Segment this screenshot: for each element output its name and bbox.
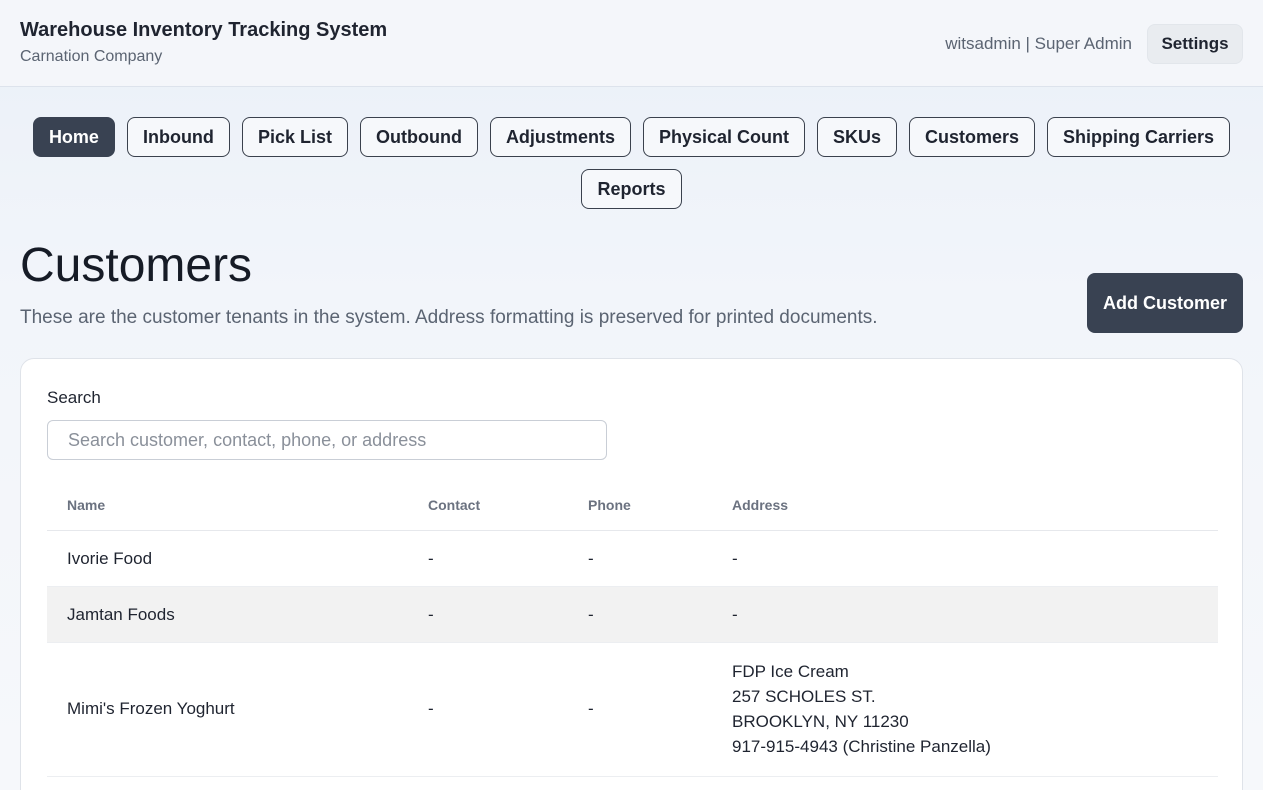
nav-reports[interactable]: Reports	[581, 169, 682, 209]
customer-contact: -	[428, 605, 434, 624]
customer-name: Mimi's Frozen Yoghurt	[67, 699, 235, 718]
add-customer-button[interactable]: Add Customer	[1087, 273, 1243, 333]
nav-pick-list[interactable]: Pick List	[241, 117, 348, 157]
customer-phone: -	[588, 699, 594, 718]
nav-skus[interactable]: SKUs	[816, 117, 897, 157]
address-line: 257 SCHOLES ST.	[732, 687, 876, 706]
nav-shipping-carriers[interactable]: Shipping Carriers	[1047, 117, 1231, 157]
customer-address: FDP Ice Cream 257 SCHOLES ST. BROOKLYN, …	[732, 659, 991, 759]
table-row[interactable]: Mimi's Frozen Yoghurt - - FDP Ice Cream …	[47, 643, 1218, 777]
customer-name: Jamtan Foods	[67, 605, 175, 624]
address-line: BROOKLYN, NY 11230	[732, 712, 909, 731]
app-title: Warehouse Inventory Tracking System	[20, 19, 388, 41]
table-row[interactable]: Jamtan Foods - - -	[47, 587, 1218, 643]
customers-table: Name Contact Phone Address Ivorie Food -…	[47, 479, 1218, 777]
customer-name: Ivorie Food	[67, 549, 153, 568]
nav-adjustments[interactable]: Adjustments	[489, 117, 631, 157]
nav-customers[interactable]: Customers	[909, 117, 1036, 157]
table-row[interactable]: Ivorie Food - - -	[47, 531, 1218, 587]
top-bar: Warehouse Inventory Tracking System Carn…	[0, 0, 1263, 87]
customer-contact: -	[428, 549, 434, 568]
nav-inbound[interactable]: Inbound	[126, 117, 230, 157]
customer-phone: -	[588, 605, 594, 624]
column-header-address[interactable]: Address	[732, 497, 788, 513]
customer-contact: -	[428, 699, 434, 718]
customer-address: -	[732, 605, 738, 624]
search-input[interactable]	[47, 420, 607, 460]
page-description: These are the customer tenants in the sy…	[20, 307, 878, 328]
nav-outbound[interactable]: Outbound	[359, 117, 478, 157]
customer-phone: -	[588, 549, 594, 568]
page-title: Customers	[20, 239, 253, 292]
table-header: Name Contact Phone Address	[47, 479, 1218, 531]
nav-home[interactable]: Home	[32, 117, 115, 157]
customer-address: -	[732, 549, 738, 568]
company-name: Carnation Company	[20, 48, 163, 65]
address-line: 917-915-4943 (Christine Panzella)	[732, 737, 991, 756]
search-label: Search	[47, 388, 101, 407]
customers-card: Search Name Contact Phone Address Ivorie…	[20, 358, 1243, 790]
column-header-contact[interactable]: Contact	[428, 497, 480, 513]
column-header-phone[interactable]: Phone	[588, 497, 631, 513]
nav-row: Reports	[0, 169, 1263, 209]
nav-row: Home Inbound Pick List Outbound Adjustme…	[0, 117, 1263, 157]
address-line: FDP Ice Cream	[732, 662, 849, 681]
column-header-name[interactable]: Name	[67, 497, 105, 513]
user-info: witsadmin | Super Admin	[945, 34, 1132, 53]
nav-physical-count[interactable]: Physical Count	[642, 117, 805, 157]
settings-button[interactable]: Settings	[1147, 24, 1243, 64]
